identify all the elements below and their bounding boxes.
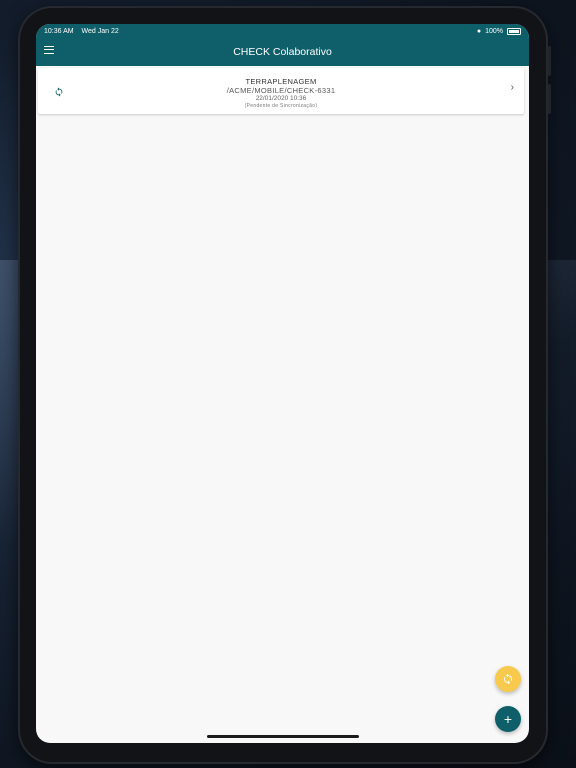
app-bar: CHECK Colaborativo <box>36 38 529 66</box>
menu-icon[interactable] <box>44 46 54 54</box>
add-fab-button[interactable]: + <box>495 706 521 732</box>
item-status: (Pendente de Sincronização) <box>244 103 318 110</box>
page-title: CHECK Colaborativo <box>233 46 332 58</box>
home-indicator[interactable] <box>207 735 359 738</box>
item-datetime: 22/01/2020 10:36 <box>255 95 307 103</box>
sync-icon <box>504 673 512 685</box>
wifi-icon: ● <box>476 27 482 35</box>
plus-icon: + <box>503 711 513 727</box>
list-item-text: TERRAPLENAGEM /ACME/MOBILE/CHECK-6331 22… <box>38 77 524 109</box>
status-bar: 10:36 AM Wed Jan 22 ● 100% <box>36 24 529 38</box>
status-date: Wed Jan 22 <box>81 27 119 35</box>
item-path: /ACME/MOBILE/CHECK-6331 <box>226 86 336 96</box>
app-screen: 10:36 AM Wed Jan 22 ● 100% CHECK Colabor… <box>36 24 529 743</box>
status-time: 10:36 AM <box>44 27 74 35</box>
list-item[interactable]: TERRAPLENAGEM /ACME/MOBILE/CHECK-6331 22… <box>38 68 524 114</box>
battery-percent: 100% <box>485 27 503 35</box>
battery-icon <box>507 27 521 35</box>
chevron-right-icon: › <box>510 82 514 93</box>
sync-fab-button[interactable] <box>495 666 521 692</box>
item-title: TERRAPLENAGEM <box>245 77 317 86</box>
